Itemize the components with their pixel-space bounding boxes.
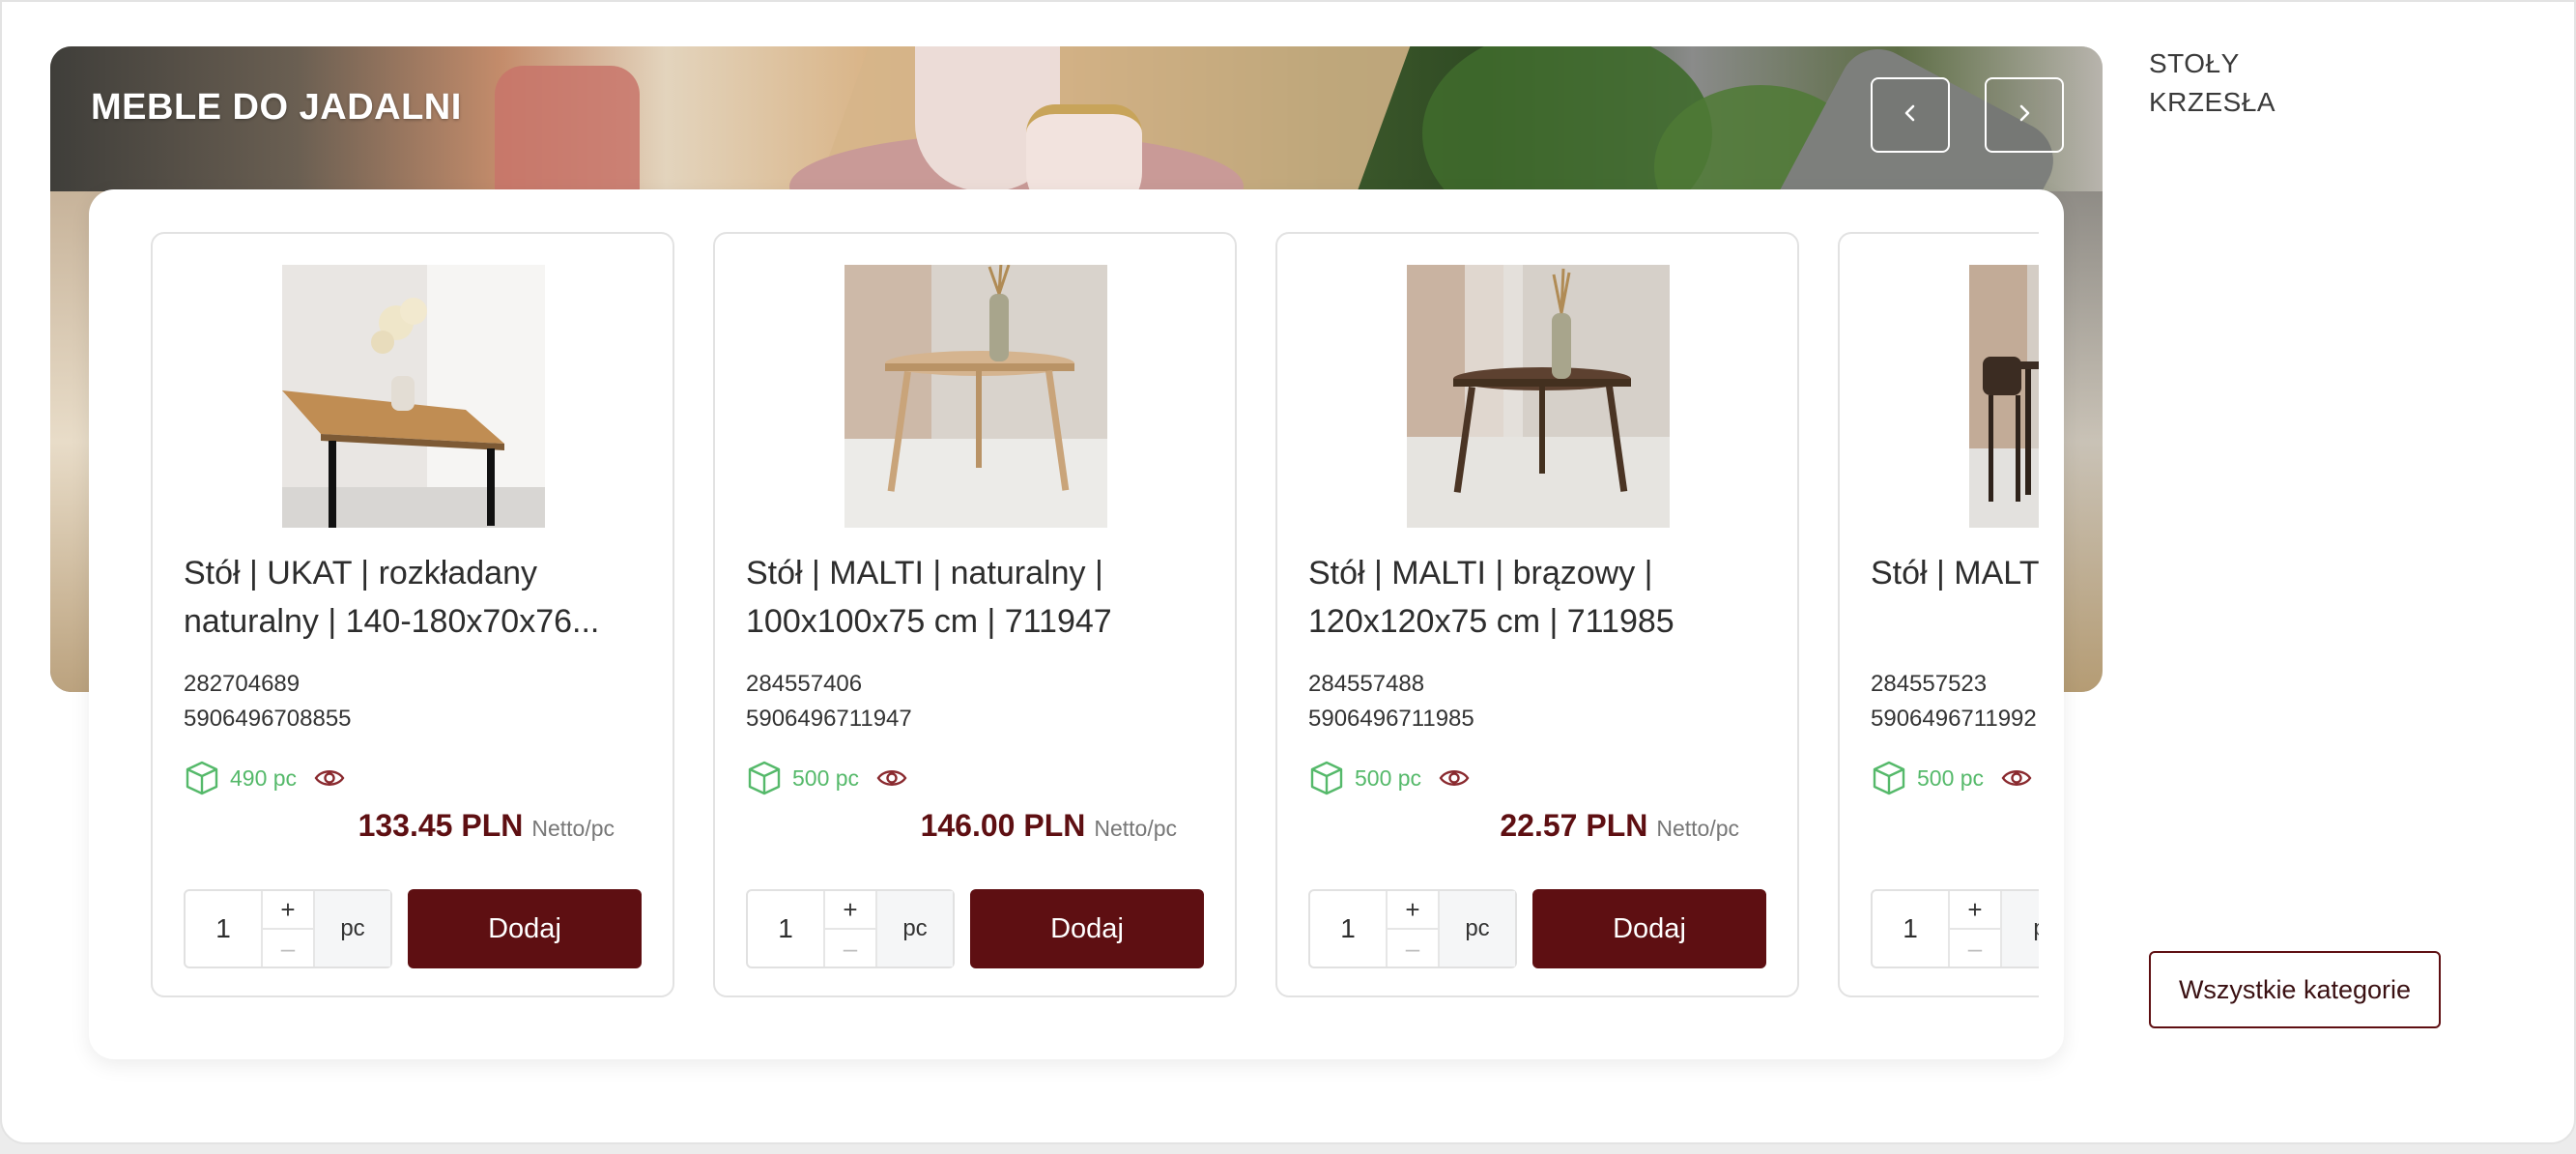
category-link-krzesla[interactable]: KRZESŁA [2149, 83, 2275, 122]
product-code: 284557488 [1308, 671, 1425, 697]
stock-quantity: 500 pc [792, 765, 860, 791]
category-links: STOŁY KRZESŁA [2149, 44, 2275, 122]
price-row: 22.57 PLN Netto/pc [1500, 808, 1739, 844]
price-unit: Netto/pc [1094, 816, 1177, 841]
unit-selector[interactable]: pc [315, 891, 390, 966]
unit-selector[interactable]: pc [1440, 891, 1515, 966]
unit-selector[interactable]: p [2002, 891, 2039, 966]
increment-button[interactable]: + [1388, 891, 1438, 930]
product-code: 284557523 [1871, 671, 1988, 697]
product-ean: 5906496711985 [1308, 706, 1474, 732]
quantity-stepper: 1 + – pc [746, 889, 955, 968]
price: 146.00 PLN [920, 808, 1086, 843]
quantity-stepper: 1 + – pc [1308, 889, 1517, 968]
chevron-left-icon [1900, 102, 1921, 129]
page-frame: MEBLE DO JADALNI Stół | UKAT | rozkładan… [0, 0, 2576, 1144]
product-name[interactable]: Stół | MALT | 120x120x7 [1871, 549, 2039, 649]
eye-icon[interactable] [2001, 766, 2032, 790]
product-card[interactable]: Stół | UKAT | rozkładany naturalny | 140… [151, 232, 674, 997]
quantity-input[interactable]: 1 [1310, 891, 1388, 966]
increment-button[interactable]: + [1950, 891, 2000, 930]
product-card[interactable]: Stół | MALTI | brązowy | 120x120x75 cm |… [1275, 232, 1799, 997]
package-icon [1308, 760, 1345, 796]
stock-info: 490 pc [184, 760, 345, 796]
product-name[interactable]: Stół | UKAT | rozkładany naturalny | 140… [184, 549, 638, 649]
quantity-stepper: 1 + – pc [184, 889, 392, 968]
quantity-stepper: 1 + – p [1871, 889, 2039, 968]
all-categories-button[interactable]: Wszystkie kategorie [2149, 951, 2441, 1028]
product-image[interactable] [1407, 265, 1670, 528]
product-carousel: Stół | UKAT | rozkładany naturalny | 140… [89, 189, 2064, 1059]
quantity-input[interactable]: 1 [186, 891, 263, 966]
product-code: 282704689 [184, 671, 301, 697]
eye-icon[interactable] [1439, 766, 1470, 790]
add-to-cart-button[interactable]: Dodaj [970, 889, 1204, 968]
decrement-button[interactable]: – [1388, 930, 1438, 966]
price-unit: Netto/pc [531, 816, 615, 841]
price-unit: Netto/pc [1656, 816, 1739, 841]
decrement-button[interactable]: – [263, 930, 313, 966]
stock-info: 500 pc [746, 760, 907, 796]
product-image[interactable] [282, 265, 545, 528]
decrement-button[interactable]: – [1950, 930, 2000, 966]
increment-button[interactable]: + [825, 891, 875, 930]
package-icon [1871, 760, 1907, 796]
product-name[interactable]: Stół | MALTI | naturalny | 100x100x75 cm… [746, 549, 1200, 649]
quantity-input[interactable]: 1 [748, 891, 825, 966]
add-to-cart-button[interactable]: Dodaj [1532, 889, 1766, 968]
increment-button[interactable]: + [263, 891, 313, 930]
stock-info: 500 pc [1871, 760, 2032, 796]
package-icon [746, 760, 783, 796]
stock-quantity: 490 pc [230, 765, 298, 791]
chevron-right-icon [2014, 102, 2035, 129]
product-image[interactable] [1969, 265, 2039, 528]
price-row: 133.45 PLN Netto/pc [358, 808, 615, 844]
price: 133.45 PLN [358, 808, 524, 843]
hero-title: MEBLE DO JADALNI [91, 87, 462, 128]
eye-icon[interactable] [314, 766, 345, 790]
product-name[interactable]: Stół | MALTI | brązowy | 120x120x75 cm |… [1308, 549, 1762, 649]
product-ean: 5906496711947 [746, 706, 912, 732]
add-to-cart-button[interactable]: Dodaj [408, 889, 642, 968]
quantity-input[interactable]: 1 [1873, 891, 1950, 966]
product-card[interactable]: Stół | MALTI | naturalny | 100x100x75 cm… [713, 232, 1237, 997]
carousel-prev-button[interactable] [1871, 77, 1950, 153]
stock-quantity: 500 pc [1355, 765, 1422, 791]
carousel-viewport: Stół | UKAT | rozkładany naturalny | 140… [151, 232, 2039, 1005]
product-ean: 5906496708855 [184, 706, 352, 732]
carousel-next-button[interactable] [1985, 77, 2064, 153]
eye-icon[interactable] [876, 766, 907, 790]
product-image[interactable] [844, 265, 1107, 528]
stock-quantity: 500 pc [1917, 765, 1985, 791]
price: 22.57 PLN [1500, 808, 1648, 843]
product-card[interactable]: Stół | MALT | 120x120x7 284557523 590649… [1838, 232, 2039, 997]
unit-selector[interactable]: pc [877, 891, 953, 966]
decrement-button[interactable]: – [825, 930, 875, 966]
stock-info: 500 pc [1308, 760, 1470, 796]
product-code: 284557406 [746, 671, 863, 697]
package-icon [184, 760, 220, 796]
price-row: 146.00 PLN Netto/pc [921, 808, 1177, 844]
product-ean: 5906496711992 [1871, 706, 2037, 732]
category-link-stoly[interactable]: STOŁY [2149, 44, 2275, 83]
